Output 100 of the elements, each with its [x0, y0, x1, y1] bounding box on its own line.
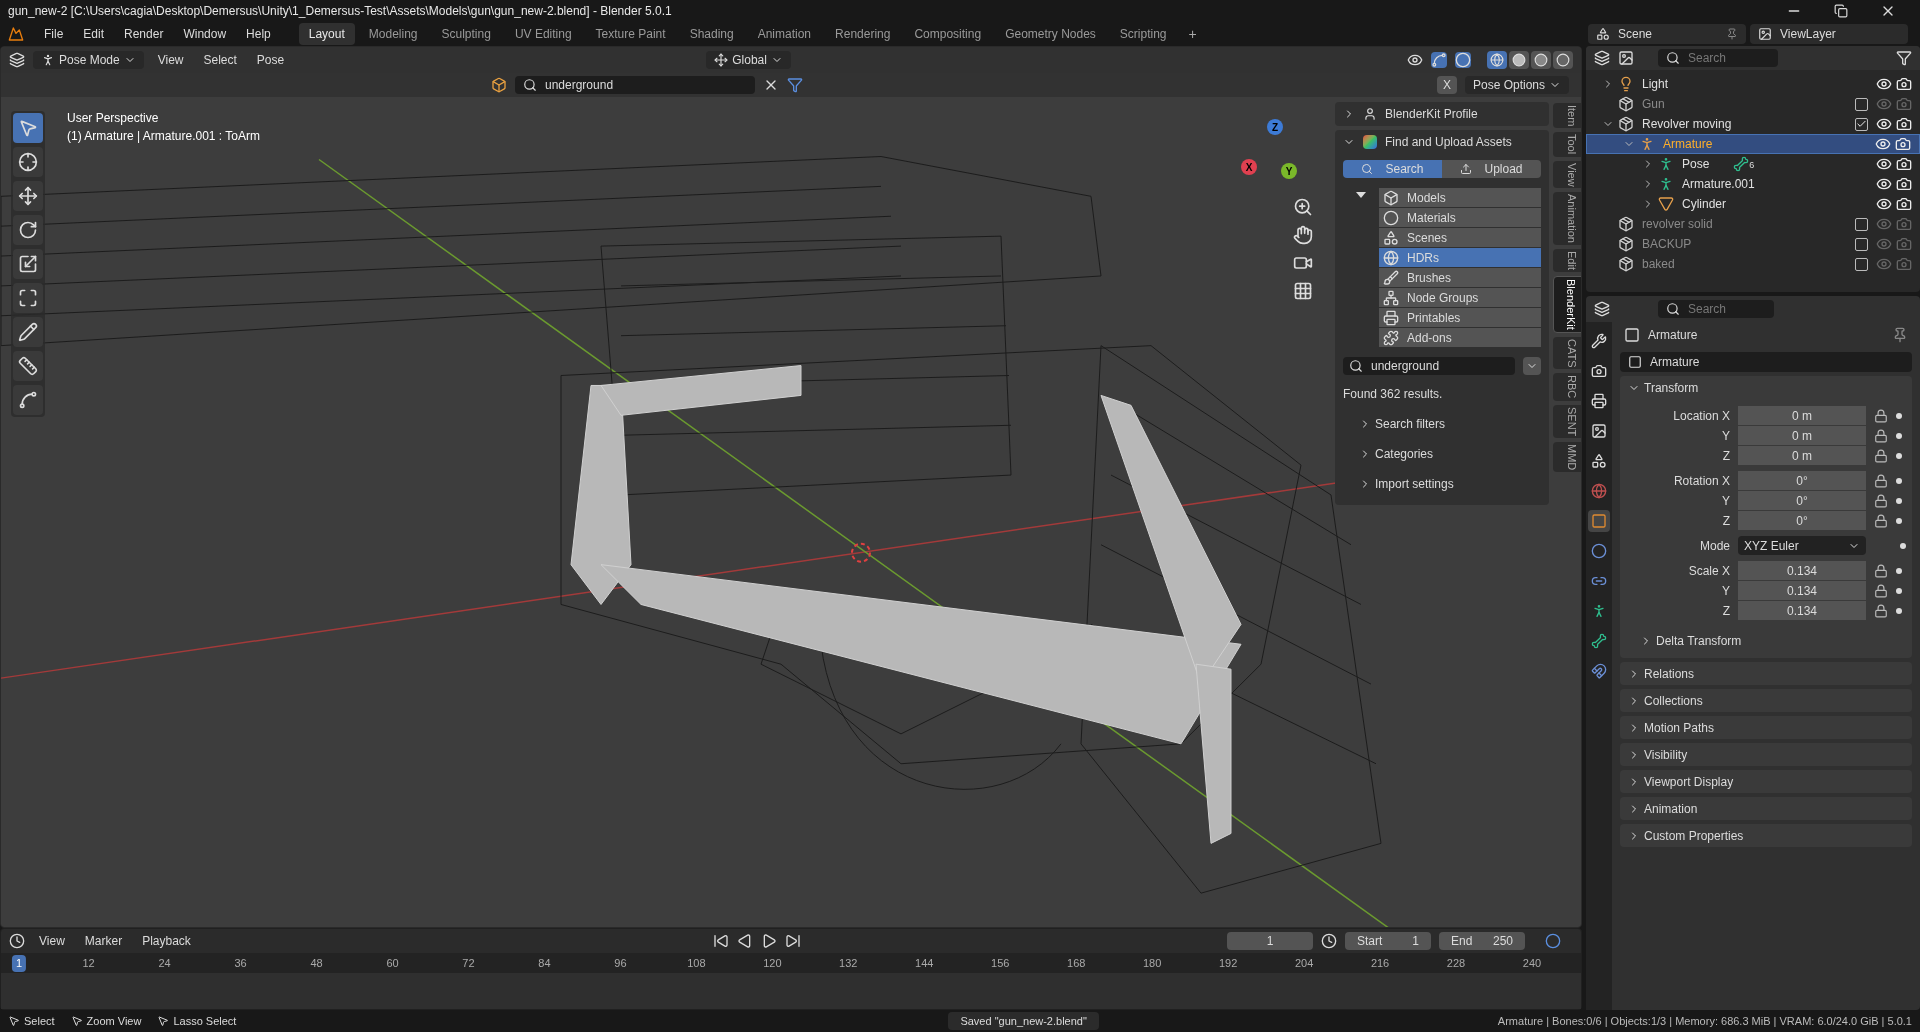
outliner-row[interactable]: Armature [1586, 134, 1920, 154]
render-icon[interactable] [1896, 156, 1912, 172]
current-frame-field[interactable]: 1 [1227, 932, 1313, 950]
tool-button[interactable] [13, 249, 43, 279]
visibility-icon[interactable] [1876, 76, 1892, 92]
shading-button[interactable] [1553, 51, 1573, 69]
play-reverse-icon[interactable] [736, 933, 753, 949]
pin-icon[interactable] [1726, 28, 1738, 40]
collapsed-panel[interactable]: Motion Paths [1620, 716, 1912, 739]
tool-button[interactable] [13, 181, 43, 211]
number-field[interactable]: 0 m [1738, 426, 1866, 445]
menu-item[interactable]: Help [238, 25, 279, 43]
tool-button[interactable] [13, 113, 43, 143]
sidebar-tab[interactable]: BlenderKit [1553, 276, 1581, 333]
lock-icon[interactable] [1874, 493, 1888, 508]
shading-button[interactable] [1531, 51, 1551, 69]
category-button[interactable]: Materials [1379, 208, 1541, 227]
menu-item[interactable]: File [36, 25, 72, 43]
sidebar-tab[interactable]: View [1553, 160, 1581, 189]
outliner-row[interactable]: Revolver moving [1586, 114, 1920, 134]
menu-item[interactable]: Edit [75, 25, 113, 43]
number-field[interactable]: 0.134 [1738, 601, 1866, 620]
lock-icon[interactable] [1874, 513, 1888, 528]
mode-dropdown[interactable]: XYZ Euler [1738, 536, 1866, 555]
sidebar-tab[interactable]: Tool [1553, 132, 1581, 157]
category-button[interactable]: Scenes [1379, 228, 1541, 247]
keyframe-track[interactable] [1, 973, 1581, 1009]
collapsed-section[interactable]: Categories [1375, 445, 1434, 463]
viewport-menu-item[interactable]: View [151, 51, 190, 69]
zoom-icon[interactable] [1293, 197, 1313, 217]
sidebar-tab[interactable]: RBC [1553, 373, 1581, 401]
mode-dropdown[interactable]: Pose Mode [33, 51, 144, 69]
collapsed-panel[interactable]: Custom Properties [1620, 824, 1912, 847]
visibility-icon[interactable] [1876, 176, 1892, 192]
outliner-row[interactable]: baked [1586, 254, 1920, 274]
visibility-icon[interactable] [1875, 136, 1891, 152]
history-button[interactable] [1523, 357, 1541, 375]
shading-button[interactable] [1487, 51, 1507, 69]
properties-search-field[interactable]: Search [1658, 300, 1774, 318]
timeline-menu-item[interactable]: View [33, 932, 71, 950]
tool-button[interactable] [13, 317, 43, 347]
start-frame-field[interactable]: Start 1 [1345, 932, 1431, 950]
view-layer-selector[interactable]: ViewLayer [1750, 24, 1908, 44]
collapse-triangle-icon[interactable] [1356, 192, 1366, 198]
category-button[interactable]: Add-ons [1379, 328, 1541, 347]
pin-icon[interactable] [1892, 327, 1908, 343]
workspace-tab[interactable]: Compositing [904, 23, 992, 45]
overlay-icon[interactable] [1455, 52, 1471, 68]
workspace-tab[interactable]: Shading [679, 23, 744, 45]
category-button[interactable]: Brushes [1379, 268, 1541, 287]
mirror-x-toggle[interactable]: X [1436, 76, 1457, 94]
sidebar-tab[interactable]: Animation [1553, 192, 1581, 246]
asset-type-icon[interactable] [491, 77, 507, 93]
editor-type-icon[interactable] [1594, 50, 1610, 66]
editor-type-icon[interactable] [1594, 301, 1610, 317]
tool-button[interactable] [13, 351, 43, 381]
render-icon[interactable] [1895, 136, 1911, 152]
grid-icon[interactable] [1293, 281, 1313, 301]
sidebar-tab[interactable]: SENT [1553, 404, 1581, 438]
sidebar-tab[interactable]: MMD [1553, 442, 1581, 473]
tool-button[interactable] [13, 215, 43, 245]
collapsed-panel[interactable]: Animation [1620, 797, 1912, 820]
sidebar-tab[interactable]: Edit [1553, 249, 1581, 273]
menu-item[interactable]: Render [116, 25, 172, 43]
lock-icon[interactable] [1874, 583, 1888, 598]
object-name-field[interactable]: Armature [1620, 352, 1912, 372]
category-button[interactable]: Printables [1379, 308, 1541, 327]
asset-search-field[interactable]: underground [515, 76, 755, 94]
number-field[interactable]: 0.134 [1738, 581, 1866, 600]
viewport-menu-item[interactable]: Select [197, 51, 243, 69]
pose-options-dropdown[interactable]: Pose Options [1464, 76, 1569, 94]
number-field[interactable]: 0.134 [1738, 561, 1866, 580]
outliner-row[interactable]: BACKUP [1586, 234, 1920, 254]
scene-selector[interactable]: Scene [1588, 24, 1746, 44]
workspace-tab[interactable]: UV Editing [504, 23, 582, 45]
add-workspace-button[interactable]: + [1180, 23, 1205, 45]
visibility-icon[interactable] [1876, 196, 1892, 212]
outliner-row[interactable]: Pose 6 [1586, 154, 1920, 174]
display-mode-icon[interactable] [1618, 50, 1634, 66]
mode-tab[interactable]: Search [1343, 160, 1442, 178]
hand-icon[interactable] [1293, 225, 1313, 245]
collapsed-section[interactable]: Delta Transform [1656, 632, 1742, 650]
outliner-row[interactable]: Light [1586, 74, 1920, 94]
collection-checkbox[interactable] [1855, 237, 1868, 251]
number-field[interactable]: 0° [1738, 491, 1866, 510]
workspace-tab[interactable]: Scripting [1109, 23, 1177, 45]
mode-tab[interactable]: Upload [1442, 160, 1541, 178]
collection-checkbox[interactable] [1855, 97, 1868, 111]
restore-icon[interactable] [1834, 4, 1848, 18]
workspace-tab[interactable]: Modeling [358, 23, 428, 45]
collection-checkbox[interactable] [1855, 117, 1868, 131]
workspace-tab[interactable]: Geometry Nodes [995, 23, 1106, 45]
menu-item[interactable]: Window [175, 25, 235, 43]
category-button[interactable]: Models [1379, 188, 1541, 207]
end-frame-field[interactable]: End 250 [1439, 932, 1525, 950]
timeline-menu-item[interactable]: Playback [136, 932, 197, 950]
editor-type-icon[interactable] [9, 52, 25, 68]
filter-icon[interactable] [787, 77, 803, 93]
tool-button[interactable] [13, 147, 43, 177]
sidebar-tab[interactable]: Item [1553, 103, 1581, 129]
